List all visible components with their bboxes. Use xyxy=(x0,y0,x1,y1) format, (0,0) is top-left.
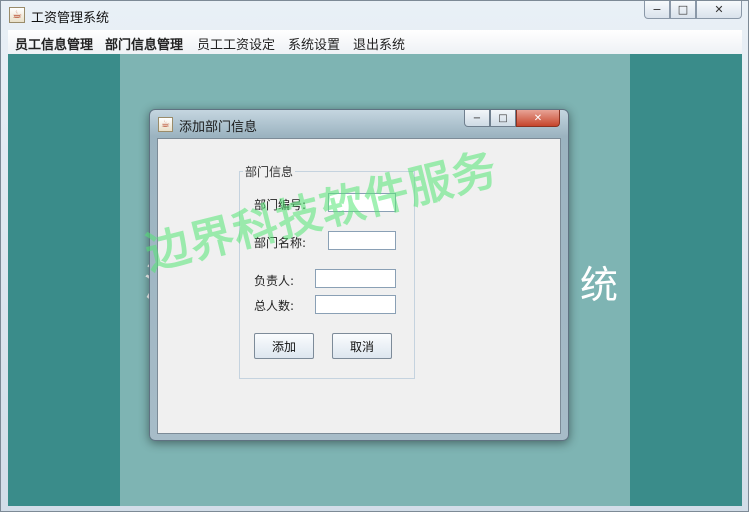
dialog-minimize-button[interactable]: − xyxy=(464,110,490,127)
close-button[interactable]: ✕ xyxy=(696,1,742,19)
menu-bar: 员工信息管理 部门信息管理 员工工资设定 系统设置 退出系统 xyxy=(8,30,742,55)
menu-department-info[interactable]: 部门信息管理 xyxy=(105,34,183,53)
manager-input[interactable] xyxy=(315,269,396,288)
window-title: 工资管理系统 xyxy=(31,11,110,26)
menu-exit-system[interactable]: 退出系统 xyxy=(353,34,405,53)
dialog-close-button[interactable]: ✕ xyxy=(516,110,560,127)
group-title: 部门信息 xyxy=(243,163,296,180)
department-info-group: 部门信息 部门编号: 部门名称: 负责人: 总人数: 添加 取消 xyxy=(239,163,415,379)
title-bar: ☕ 工资管理系统 − □ ✕ xyxy=(1,1,748,29)
dept-no-input[interactable] xyxy=(328,193,396,212)
menu-employee-info[interactable]: 员工信息管理 xyxy=(15,34,93,53)
dept-name-label: 部门名称: xyxy=(254,236,307,250)
maximize-button[interactable]: □ xyxy=(670,1,696,19)
menu-salary-settings[interactable]: 员工工资设定 xyxy=(197,34,275,53)
manager-label: 负责人: xyxy=(254,274,295,288)
dialog-maximize-button[interactable]: □ xyxy=(490,110,516,127)
dialog-title: 添加部门信息 xyxy=(179,120,258,135)
dialog-body: 部门信息 部门编号: 部门名称: 负责人: 总人数: 添加 取消 xyxy=(157,138,561,434)
menu-system-settings[interactable]: 系统设置 xyxy=(288,34,340,53)
add-button[interactable]: 添加 xyxy=(254,333,314,359)
background-glyph-right: 统 xyxy=(580,263,619,307)
add-department-dialog: ☕ 添加部门信息 − □ ✕ 部门信息 部门编号: 部门名称: 负责人: 总人数… xyxy=(149,109,569,441)
window-controls: − □ ✕ xyxy=(644,1,742,21)
java-cup-icon: ☕ xyxy=(9,7,25,23)
cancel-button[interactable]: 取消 xyxy=(332,333,392,359)
dialog-window-controls: − □ ✕ xyxy=(464,110,560,127)
dept-no-label: 部门编号: xyxy=(254,198,307,212)
headcount-label: 总人数: xyxy=(254,299,295,313)
java-cup-icon: ☕ xyxy=(158,117,173,132)
headcount-input[interactable] xyxy=(315,295,396,314)
minimize-button[interactable]: − xyxy=(644,1,670,19)
dept-name-input[interactable] xyxy=(328,231,396,250)
